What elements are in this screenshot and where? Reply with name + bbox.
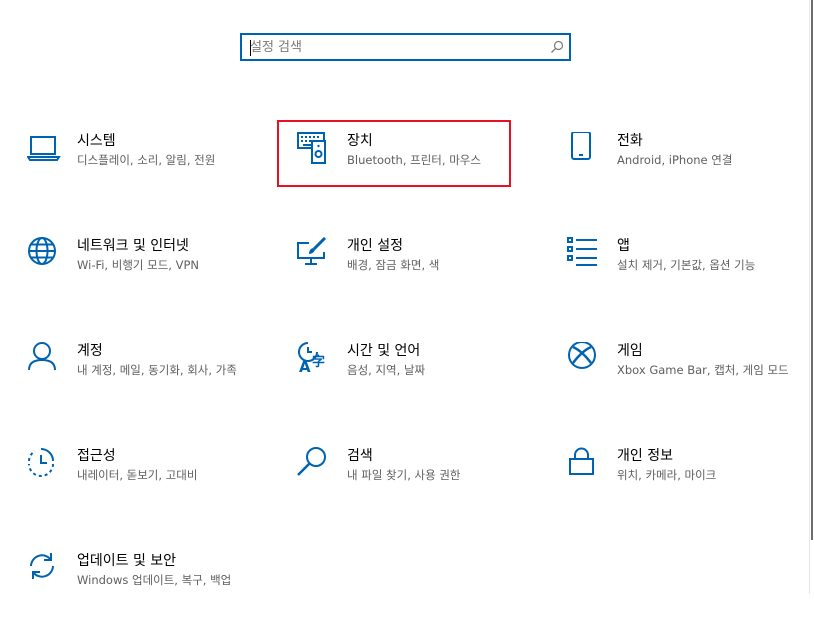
tile-description: 내레이터, 돋보기, 고대비 [77,468,198,482]
time-language-icon: A 字 [298,342,325,376]
tile-time-language[interactable]: A 字 시간 및 언어 음성, 지역, 날짜 [297,342,547,412]
tile-title: 계정 [77,343,103,359]
tile-title: 앱 [617,238,630,254]
laptop-icon [27,136,61,161]
tile-network[interactable]: 네트워크 및 인터넷 Wi-Fi, 비행기 모드, VPN [27,237,277,307]
phone-icon [571,132,591,160]
sync-icon [30,553,54,579]
tile-update-security[interactable]: 업데이트 및 보안 Windows 업데이트, 복구, 백업 [27,552,277,622]
tile-description: Android, iPhone 연결 [617,153,733,167]
tile-description: Wi-Fi, 비행기 모드, VPN [77,258,200,272]
tile-personalization[interactable]: 개인 설정 배경, 잠금 화면, 색 [297,237,547,307]
tile-phone[interactable]: 전화 Android, iPhone 연결 [567,132,814,202]
tile-system[interactable]: 시스템 디스플레이, 소리, 알림, 전원 [27,132,277,202]
svg-text:字: 字 [312,354,325,370]
tile-title: 네트워크 및 인터넷 [77,238,189,254]
tile-description: 내 파일 찾기, 사용 권한 [347,468,461,482]
tile-ease-of-access[interactable]: 접근성 내레이터, 돋보기, 고대비 [27,447,277,517]
tile-description: 음성, 지역, 날짜 [347,363,426,377]
tile-description: 디스플레이, 소리, 알림, 전원 [77,153,216,167]
search-box[interactable] [240,33,571,61]
tile-apps[interactable]: 앱 설치 제거, 기본값, 옵션 기능 [567,237,814,307]
tile-title: 검색 [347,448,373,464]
tile-description: 설치 제거, 기본값, 옵션 기능 [617,258,756,272]
xbox-icon [568,342,596,369]
globe-icon [28,237,56,265]
tile-title: 전화 [617,133,643,149]
tile-description: 배경, 잠금 화면, 색 [347,258,440,272]
tile-description: Windows 업데이트, 복구, 백업 [77,573,232,587]
tile-accounts[interactable]: 계정 내 계정, 메일, 동기화, 회사, 가족 [27,342,277,412]
magnifier-icon [551,40,564,53]
person-icon [28,342,56,371]
tile-privacy[interactable]: 개인 정보 위치, 카메라, 마이크 [567,447,814,517]
paint-monitor-icon [297,237,327,265]
tile-title: 개인 정보 [617,448,673,464]
ease-of-access-icon [28,448,54,477]
text-caret [250,40,251,56]
tile-title: 개인 설정 [347,238,403,254]
tile-title: 게임 [617,343,643,359]
tile-title: 시스템 [77,133,116,149]
selection-highlight [277,120,511,187]
lock-icon [569,447,594,475]
tile-title: 접근성 [77,448,116,464]
tile-title: 업데이트 및 보안 [77,553,177,569]
search-icon [297,447,326,476]
apps-list-icon [567,237,597,266]
tile-description: Xbox Game Bar, 캡처, 게임 모드 [617,363,789,377]
tile-search[interactable]: 검색 내 파일 찾기, 사용 권한 [297,447,547,517]
search-input[interactable] [250,38,540,56]
tile-description: 위치, 카메라, 마이크 [617,468,717,482]
tile-description: 내 계정, 메일, 동기화, 회사, 가족 [77,363,237,377]
svg-text:A: A [299,358,311,376]
tile-title: 시간 및 언어 [347,343,421,359]
tile-gaming[interactable]: 게임 Xbox Game Bar, 캡처, 게임 모드 [567,342,814,412]
